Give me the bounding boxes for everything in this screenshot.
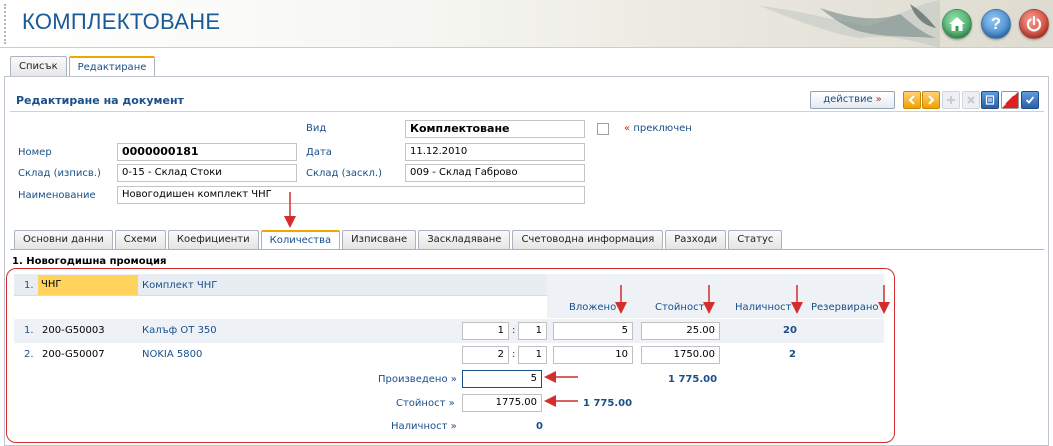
arrow-left-icon <box>908 95 915 105</box>
type-field[interactable]: Комплектоване <box>405 120 585 138</box>
document-icon <box>985 95 995 105</box>
tab-storage[interactable]: Заскладяване <box>418 230 511 249</box>
previous-button[interactable] <box>903 91 921 109</box>
confirm-button[interactable] <box>1021 91 1039 109</box>
cancel-button[interactable] <box>1001 91 1019 109</box>
action-button[interactable]: действие» <box>810 91 895 109</box>
cancel-icon <box>1005 95 1015 105</box>
app-header: КОМПЛЕКТОВАНЕ ? <box>0 0 1053 48</box>
checkmark-icon <box>1025 96 1035 104</box>
add-button[interactable] <box>942 91 960 109</box>
document-title: Редактиране на документ <box>16 94 184 107</box>
date-label: Дата <box>306 147 332 158</box>
arrow-right-icon <box>928 95 935 105</box>
header-dots <box>4 4 6 44</box>
tab-main-data[interactable]: Основни данни <box>14 230 113 249</box>
next-button[interactable] <box>922 91 940 109</box>
switched-checkbox[interactable] <box>597 123 609 135</box>
plus-icon <box>947 96 955 104</box>
tab-edit[interactable]: Редактиране <box>68 56 156 77</box>
switched-text: преключен <box>633 123 692 134</box>
annotation-frame <box>6 268 895 443</box>
close-icon <box>967 96 975 104</box>
warehouse-in-field[interactable]: 009 - Склад Габрово <box>405 164 585 182</box>
page-title: КОМПЛЕКТОВАНЕ <box>22 9 221 34</box>
divider <box>10 111 1044 112</box>
tab-schemes[interactable]: Схеми <box>114 230 166 249</box>
warehouse-out-label: Склад (изписв.) <box>18 168 101 179</box>
warehouse-out-field[interactable]: 0-15 - Склад Стоки <box>117 164 297 182</box>
warehouse-in-label: Склад (заскл.) <box>306 168 382 179</box>
help-button[interactable]: ? <box>981 9 1011 39</box>
action-arrow: » <box>875 94 882 105</box>
name-field[interactable]: Новогодишен комплект ЧНГ <box>117 186 585 204</box>
delete-button[interactable] <box>962 91 980 109</box>
tab-accounting[interactable]: Счетоводна информация <box>512 230 664 249</box>
tab-expenses[interactable]: Разходи <box>665 230 727 249</box>
action-label: действие <box>823 94 873 105</box>
tab-write-off[interactable]: Изписване <box>342 230 417 249</box>
number-label: Номер <box>18 147 52 158</box>
switched-prefix: « <box>624 123 631 134</box>
logout-button[interactable] <box>1019 9 1049 39</box>
home-button[interactable] <box>942 9 972 39</box>
name-label: Наименование <box>18 190 96 201</box>
tab-quantities[interactable]: Количества <box>260 230 341 250</box>
section-title: 1. Новогодишна промоция <box>12 256 167 267</box>
number-field[interactable]: 0000000181 <box>117 143 297 161</box>
document-button[interactable] <box>981 91 999 109</box>
power-icon <box>1026 15 1042 32</box>
tab-status[interactable]: Статус <box>728 230 783 249</box>
date-field[interactable]: 11.12.2010 <box>405 143 585 161</box>
type-label: Вид <box>306 123 327 134</box>
tab-list[interactable]: Списък <box>10 56 67 76</box>
help-icon: ? <box>990 14 1002 33</box>
main-tabs: Списък Редактиране <box>10 56 156 77</box>
sub-tabs: Основни данни Схеми Коефициенти Количест… <box>14 230 783 250</box>
tab-coefficients[interactable]: Коефициенти <box>167 230 259 249</box>
home-icon <box>949 17 965 31</box>
switched-label: « преключен <box>624 123 692 134</box>
sub-tabs-divider <box>10 249 1044 250</box>
bird-logo-icon <box>760 0 940 48</box>
